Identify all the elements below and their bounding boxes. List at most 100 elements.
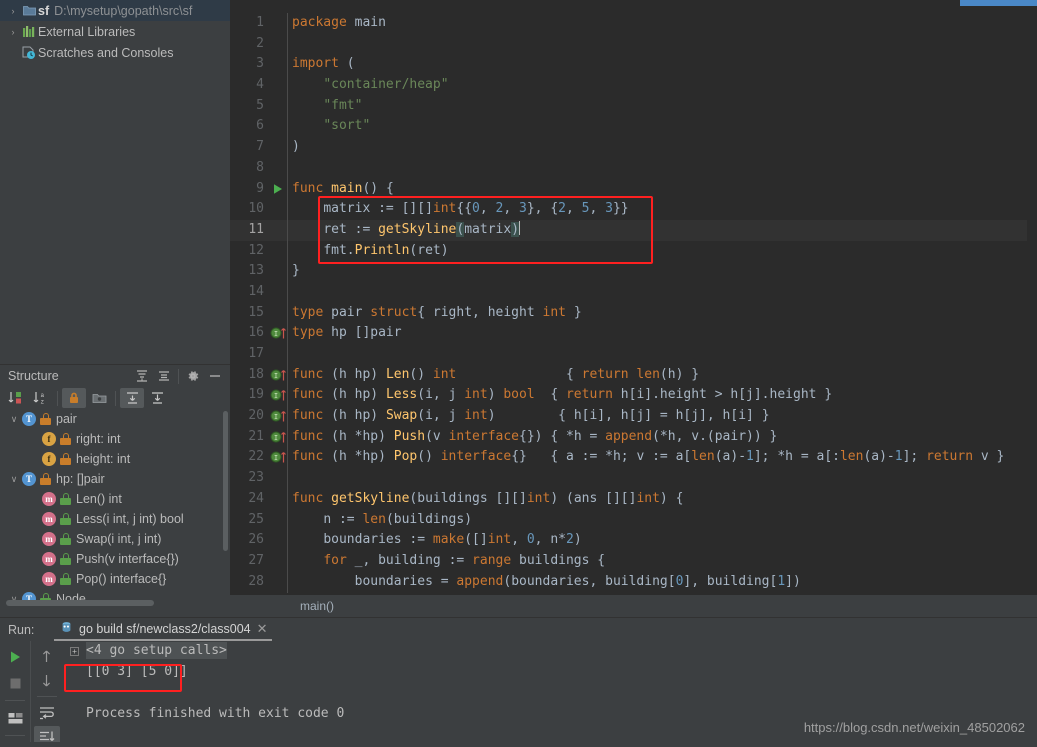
svg-text:I: I: [274, 373, 278, 381]
editor-vertical-scrollbar[interactable]: [1027, 6, 1037, 595]
code-line[interactable]: type pair struct{ right, height int }: [292, 303, 1037, 324]
svg-text:I: I: [274, 414, 278, 422]
structure-item[interactable]: m Pop() interface{}: [0, 569, 230, 589]
code-line[interactable]: n := len(buildings): [292, 510, 1037, 531]
line-number: 3: [256, 56, 264, 72]
code-line[interactable]: func (h *hp) Push(v interface{}) { *h = …: [292, 427, 1037, 448]
sort-alphabetically-icon[interactable]: a z: [29, 388, 53, 408]
code-line[interactable]: func (h hp) Less(i, j int) bool { return…: [292, 385, 1037, 406]
structure-item-label: right: int: [76, 432, 121, 446]
structure-vertical-scrollbar[interactable]: [223, 411, 228, 551]
chevron-down-icon[interactable]: ∨: [6, 414, 22, 425]
chevron-right-icon[interactable]: ›: [6, 27, 20, 37]
breadcrumb-label: main(): [300, 599, 335, 613]
code-line[interactable]: type hp []pair: [292, 323, 1037, 344]
rerun-icon[interactable]: [2, 645, 28, 669]
structure-item[interactable]: ∨ Tpair: [0, 409, 230, 429]
run-label: Run:: [8, 622, 35, 637]
structure-toolbar: a z: [0, 387, 230, 409]
chevron-right-icon[interactable]: ›: [6, 6, 20, 16]
lock-private-icon: [40, 413, 51, 425]
code-line[interactable]: ret := getSkyline(matrix): [292, 220, 1037, 241]
code-line[interactable]: "sort": [292, 116, 1037, 137]
close-icon[interactable]: ✕: [257, 621, 268, 637]
gear-icon[interactable]: [182, 366, 204, 386]
stop-icon[interactable]: [2, 671, 28, 695]
code-line[interactable]: "container/heap": [292, 75, 1037, 96]
code-line[interactable]: "fmt": [292, 96, 1037, 117]
expand-all-icon[interactable]: [131, 366, 153, 386]
code-line[interactable]: ): [292, 137, 1037, 158]
structure-item[interactable]: m Swap(i int, j int): [0, 529, 230, 549]
method-badge-icon: m: [42, 492, 56, 506]
project-tree-item-sf[interactable]: › sf D:\mysetup\gopath\src\sf: [0, 0, 230, 21]
line-number: 25: [248, 511, 264, 527]
line-number: 6: [256, 118, 264, 134]
expand-toggle-icon[interactable]: +: [70, 647, 79, 656]
structure-item-label: Push(v interface{}): [76, 552, 179, 566]
code-line[interactable]: func (h hp) Swap(i, j int) { h[i], h[j] …: [292, 406, 1037, 427]
code-line[interactable]: fmt.Println(ret): [292, 241, 1037, 262]
code-line[interactable]: for _, building := range buildings {: [292, 551, 1037, 572]
structure-horizontal-scrollbar[interactable]: [0, 600, 230, 606]
run-side-toolbar-right: [30, 641, 62, 747]
lock-private-icon: [60, 453, 71, 465]
collapse-all-icon[interactable]: [153, 366, 175, 386]
structure-item[interactable]: m Push(v interface{}): [0, 549, 230, 569]
hide-icon[interactable]: [204, 366, 226, 386]
project-tree-item-scratches[interactable]: Scratches and Consoles: [0, 42, 230, 63]
code-line[interactable]: matrix := [][]int{{0, 2, 3}, {2, 5, 3}}: [292, 199, 1037, 220]
code-line[interactable]: [292, 34, 1037, 55]
layout-icon[interactable]: [2, 706, 28, 730]
code-line[interactable]: func main() {: [292, 179, 1037, 200]
project-item-name: sf: [38, 3, 50, 18]
structure-item-label: pair: [56, 412, 77, 426]
code-line[interactable]: }: [292, 261, 1037, 282]
structure-item[interactable]: m Less(i int, j int) bool: [0, 509, 230, 529]
structure-item[interactable]: ∨ Thp: []pair: [0, 469, 230, 489]
code-line[interactable]: [292, 158, 1037, 179]
structure-item[interactable]: m Len() int: [0, 489, 230, 509]
field-badge-icon: f: [42, 432, 56, 446]
project-tree-item-external-libraries[interactable]: › External Libraries: [0, 21, 230, 42]
sort-by-visibility-icon[interactable]: [4, 388, 28, 408]
code-line[interactable]: boundaries = append(boundaries, building…: [292, 572, 1037, 593]
line-number: 19: [248, 387, 264, 403]
structure-item-label: Swap(i int, j int): [76, 532, 162, 546]
toolbar-divider: [115, 390, 116, 406]
code-line[interactable]: func getSkyline(buildings [][]int) (ans …: [292, 489, 1037, 510]
chevron-down-icon[interactable]: ∨: [6, 474, 22, 485]
structure-item[interactable]: f height: int: [0, 449, 230, 469]
scroll-to-source-icon[interactable]: [145, 388, 169, 408]
code-line[interactable]: [292, 282, 1037, 303]
structure-item-label: height: int: [76, 452, 131, 466]
structure-tree[interactable]: ∨ Tpair f right: int f height: int ∨ Thp: []pai…: [0, 409, 230, 607]
code-line[interactable]: [292, 468, 1037, 489]
line-number: 27: [248, 552, 264, 568]
line-number: 5: [256, 97, 264, 113]
code-editor[interactable]: 1 2 3 4 5 6 7 8 9 10 11 12 13 14 15 16 17 18 19 20 21 22 23 24 2…: [230, 6, 1037, 595]
down-arrow-icon[interactable]: [34, 669, 60, 691]
toolbar-divider: [5, 700, 25, 701]
code-text[interactable]: package main import ( "container/heap" "f…: [292, 13, 1037, 592]
scroll-from-source-icon[interactable]: [120, 388, 144, 408]
lock-public-icon: [60, 513, 71, 525]
up-arrow-icon[interactable]: [34, 645, 60, 667]
line-number: 9: [256, 180, 264, 196]
group-icon[interactable]: [87, 388, 111, 408]
breadcrumb[interactable]: main(): [230, 595, 1037, 617]
project-item-path: D:\mysetup\gopath\src\sf: [54, 3, 193, 18]
structure-item-label: Len() int: [76, 492, 122, 506]
run-tab[interactable]: go build sf/newclass2/class004 ✕: [54, 618, 272, 641]
console-line: + <4 go setup calls>: [62, 642, 1037, 664]
code-line[interactable]: func (h hp) Len() int { return len(h) }: [292, 365, 1037, 386]
show-non-public-icon[interactable]: [62, 388, 86, 408]
structure-item[interactable]: f right: int: [0, 429, 230, 449]
code-line[interactable]: boundaries := make([]int, 0, n*2): [292, 530, 1037, 551]
code-line[interactable]: func (h *hp) Pop() interface{} { a := *h…: [292, 447, 1037, 468]
line-number: 2: [256, 35, 264, 51]
soft-wrap-icon[interactable]: [34, 702, 60, 724]
code-line[interactable]: import (: [292, 54, 1037, 75]
code-line[interactable]: package main: [292, 13, 1037, 34]
code-line[interactable]: [292, 344, 1037, 365]
